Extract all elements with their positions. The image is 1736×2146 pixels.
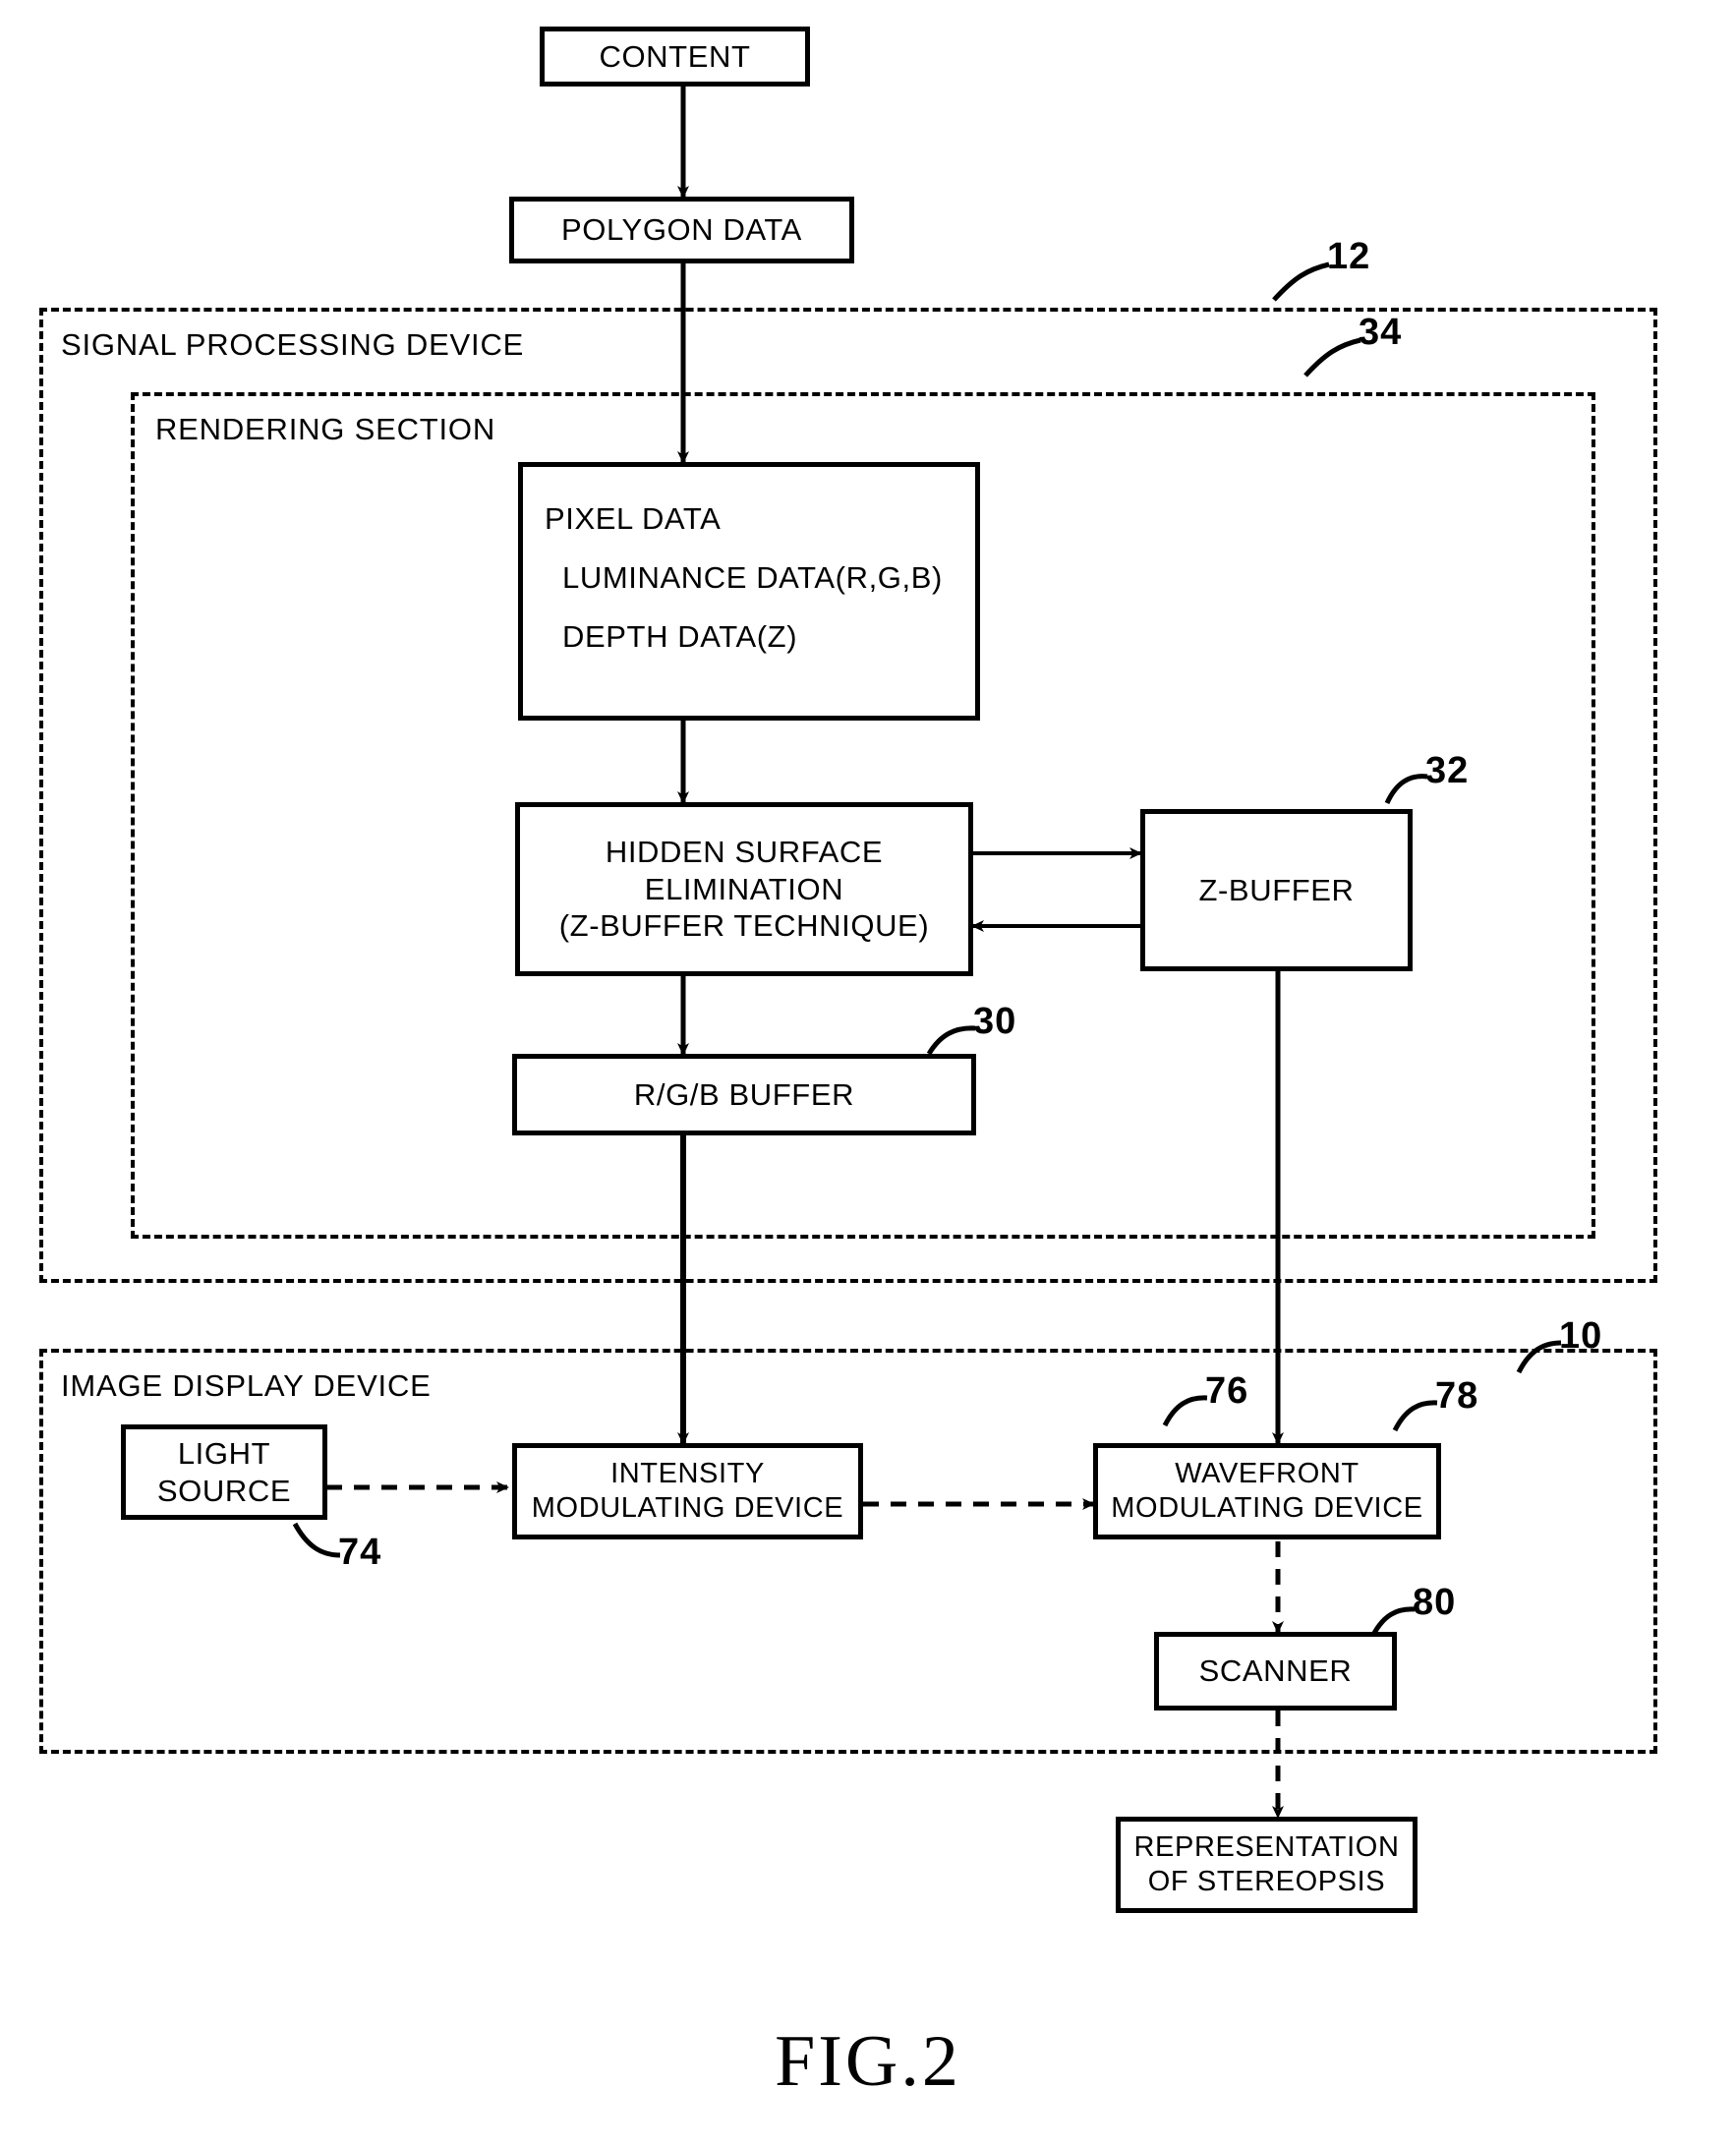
box-rgb-buffer[interactable]: R/G/B BUFFER [512,1054,976,1135]
box-scanner[interactable]: SCANNER [1154,1632,1397,1711]
enclosure-label-image-display-device: IMAGE DISPLAY DEVICE [61,1368,432,1403]
box-light-source[interactable]: LIGHT SOURCE [121,1424,327,1520]
reference-numeral-12: 12 [1327,236,1371,277]
box-hidden-surface-line-0: HIDDEN SURFACE [605,834,884,869]
figure-caption: FIG.2 [775,2021,961,2102]
reference-numeral-10: 10 [1559,1315,1603,1357]
reference-numeral-34: 34 [1359,312,1403,353]
box-hidden-surface-line-2: (Z-BUFFER TECHNIQUE) [558,908,930,944]
reference-numeral-78: 78 [1435,1375,1479,1417]
box-intensity-modulating-line-0: INTENSITY [610,1457,765,1489]
box-pixel-data-line-1: LUMINANCE DATA(R,G,B) [562,559,943,595]
patent-figure-sheet: SIGNAL PROCESSING DEVICE RENDERING SECTI… [0,0,1736,2146]
reference-numeral-74: 74 [338,1532,382,1573]
reference-numeral-80: 80 [1413,1582,1457,1623]
box-light-source-line-0: LIGHT [177,1435,271,1471]
box-scanner-line-0: SCANNER [1198,1653,1353,1689]
box-wavefront-modulating-line-1: MODULATING DEVICE [1111,1492,1423,1524]
box-wavefront-modulating-line-0: WAVEFRONT [1175,1457,1360,1489]
box-representation-of-stereopsis[interactable]: REPRESENTATION OF STEREOPSIS [1116,1817,1418,1913]
box-pixel-data[interactable]: PIXEL DATA LUMINANCE DATA(R,G,B) DEPTH D… [518,462,980,721]
box-hidden-surface-elimination[interactable]: HIDDEN SURFACE ELIMINATION (Z-BUFFER TEC… [515,802,973,976]
box-z-buffer-line-0: Z-BUFFER [1198,872,1355,907]
box-polygon-data[interactable]: POLYGON DATA [509,197,854,263]
box-content[interactable]: CONTENT [540,27,810,87]
reference-numeral-76: 76 [1205,1370,1249,1412]
box-stereopsis-line-1: OF STEREOPSIS [1147,1866,1386,1897]
box-pixel-data-line-0: PIXEL DATA [545,501,722,536]
box-rgb-buffer-line-0: R/G/B BUFFER [633,1076,855,1112]
box-z-buffer[interactable]: Z-BUFFER [1140,809,1413,971]
box-hidden-surface-line-1: ELIMINATION [644,871,844,906]
enclosure-label-rendering-section: RENDERING SECTION [155,412,496,446]
reference-numeral-30: 30 [973,1001,1017,1042]
box-pixel-data-line-2: DEPTH DATA(Z) [562,618,798,654]
box-intensity-modulating-line-1: MODULATING DEVICE [531,1492,844,1524]
enclosure-label-signal-processing-device: SIGNAL PROCESSING DEVICE [61,327,525,362]
box-stereopsis-line-0: REPRESENTATION [1133,1830,1400,1863]
box-polygon-data-line-0: POLYGON DATA [561,212,802,248]
reference-numeral-32: 32 [1425,750,1470,791]
enclosure-image-display-device [39,1349,1657,1754]
box-intensity-modulating-device[interactable]: INTENSITY MODULATING DEVICE [512,1443,863,1539]
box-content-line-0: CONTENT [599,38,751,74]
box-wavefront-modulating-device[interactable]: WAVEFRONT MODULATING DEVICE [1093,1443,1441,1539]
box-light-source-line-1: SOURCE [156,1473,292,1508]
